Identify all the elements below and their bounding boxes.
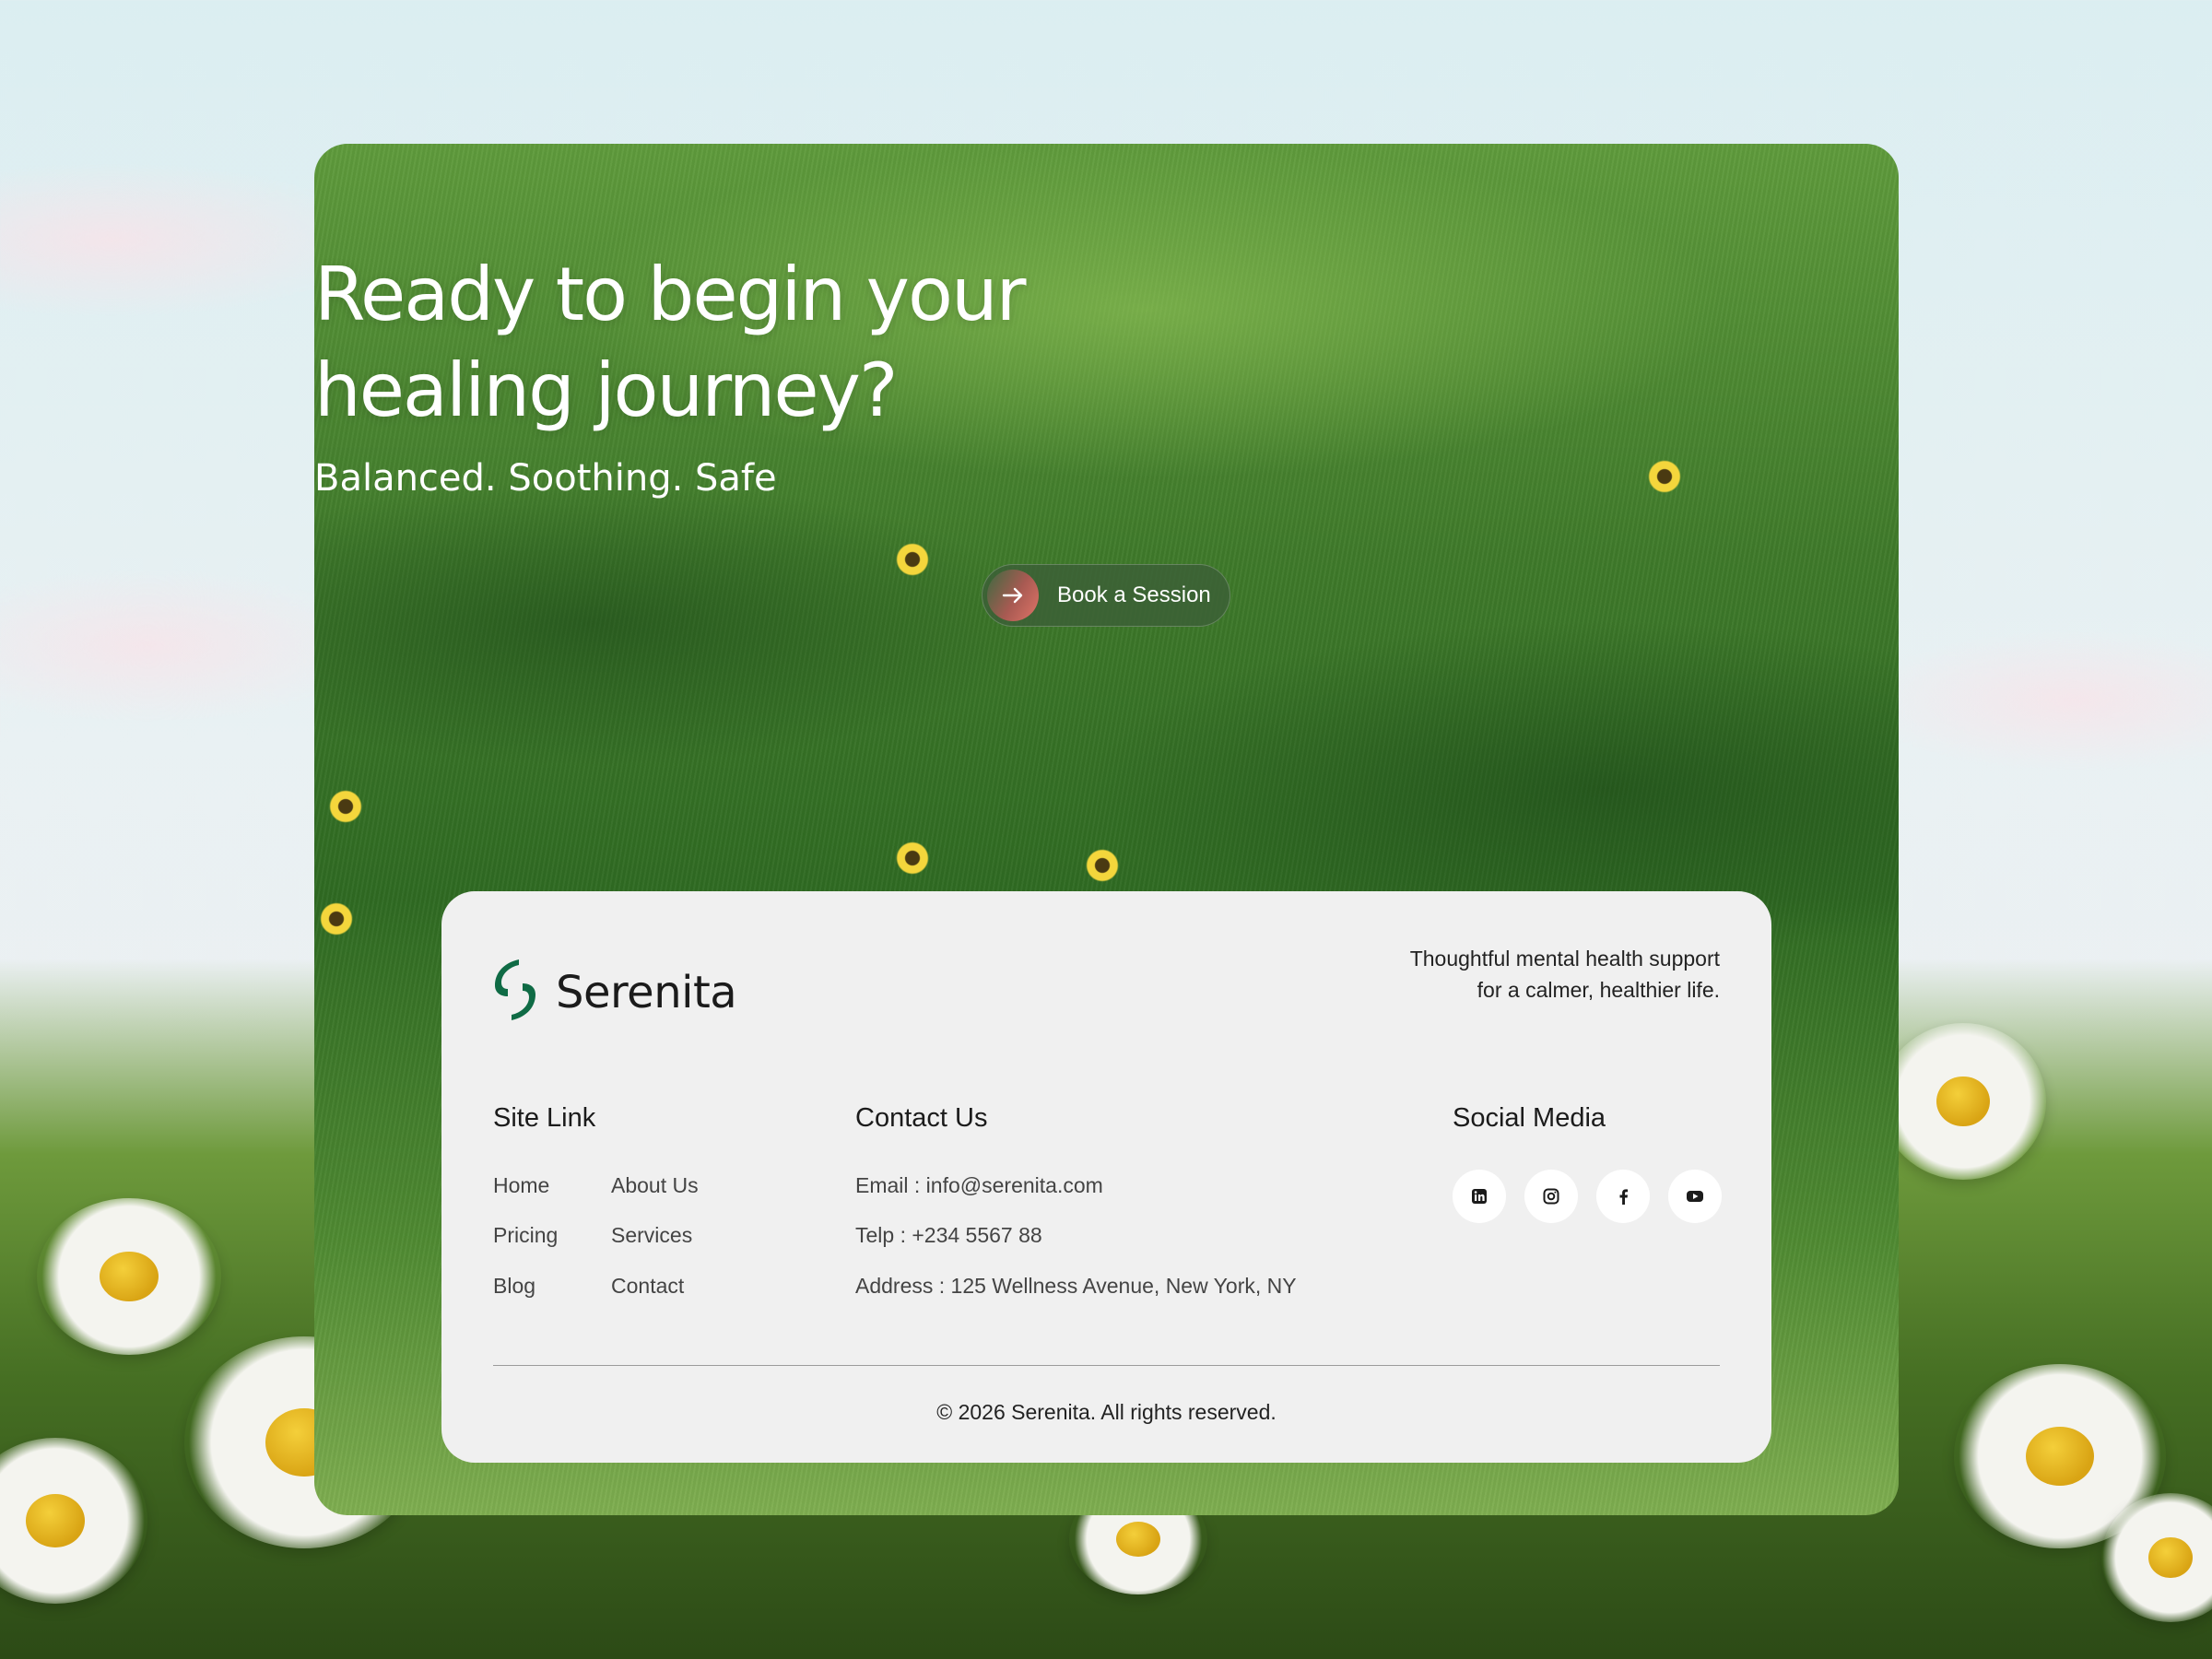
brand-name: Serenita xyxy=(556,966,737,1018)
instagram-icon[interactable] xyxy=(1524,1170,1578,1223)
copyright-text: © 2026 Serenita. All rights reserved. xyxy=(936,1400,1277,1424)
footer-link-home[interactable]: Home xyxy=(493,1173,549,1198)
arrow-right-icon xyxy=(987,570,1039,621)
footer-link-pricing[interactable]: Pricing xyxy=(493,1223,558,1248)
daisy-decoration xyxy=(1880,1023,2046,1180)
serenita-logo-icon xyxy=(493,958,537,1027)
brand-tagline: Thoughtful mental health support for a c… xyxy=(1409,947,1720,1002)
sunflower-decoration xyxy=(328,789,363,824)
footer-link-services[interactable]: Services xyxy=(611,1223,692,1248)
daisy-decoration xyxy=(37,1198,221,1355)
facebook-icon[interactable] xyxy=(1596,1170,1650,1223)
sunflower-decoration xyxy=(895,542,930,577)
contact-phone[interactable]: Telp : +234 5567 88 xyxy=(855,1223,1042,1248)
footer-card: Serenita Thoughtful mental health suppor… xyxy=(441,891,1771,1463)
contact-email[interactable]: Email : info@serenita.com xyxy=(855,1173,1103,1198)
linkedin-icon[interactable] xyxy=(1453,1170,1506,1223)
footer-link-about-us[interactable]: About Us xyxy=(611,1173,699,1198)
book-session-button[interactable]: Book a Session xyxy=(982,564,1230,627)
footer-link-contact[interactable]: Contact xyxy=(611,1274,684,1299)
social-media-list xyxy=(1453,1170,1722,1223)
sunflower-decoration xyxy=(319,901,354,936)
contact-address: Address : 125 Wellness Avenue, New York,… xyxy=(855,1274,1297,1298)
sunflower-decoration xyxy=(1085,848,1120,883)
contact-us-title: Contact Us xyxy=(855,1103,988,1133)
book-session-label: Book a Session xyxy=(1057,582,1211,607)
footer-divider xyxy=(493,1365,1720,1366)
sunflower-decoration xyxy=(895,841,930,876)
hero-subtitle: Balanced. Soothing. Safe xyxy=(314,457,777,500)
site-link-title: Site Link xyxy=(493,1103,596,1133)
hero-title-line1: Ready to begin your xyxy=(314,252,1027,337)
brand-logo[interactable]: Serenita xyxy=(493,958,737,1027)
youtube-icon[interactable] xyxy=(1668,1170,1722,1223)
footer-link-blog[interactable]: Blog xyxy=(493,1274,535,1299)
hero-title: Ready to begin your healing journey? xyxy=(314,247,1899,439)
social-media-title: Social Media xyxy=(1453,1103,1606,1133)
hero-title-line2: healing journey? xyxy=(314,347,898,433)
